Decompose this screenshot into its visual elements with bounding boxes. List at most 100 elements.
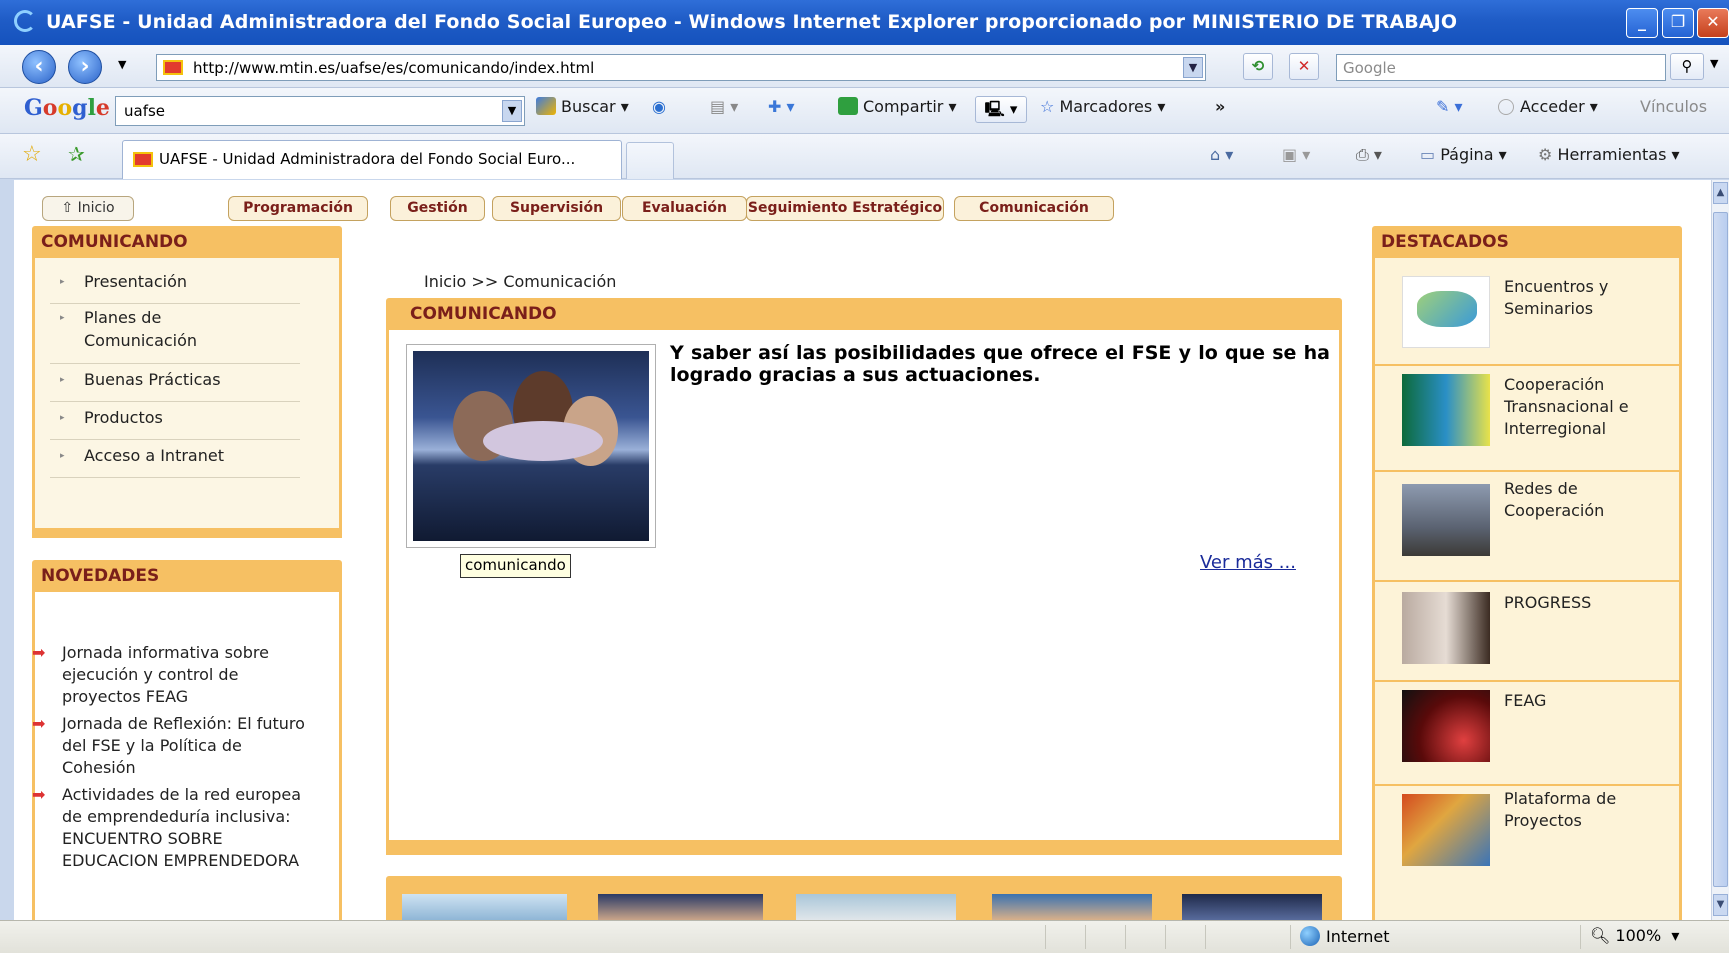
menu-comunicacion[interactable]: Comunicación — [954, 196, 1114, 221]
compartir-button[interactable]: Compartir ▾ — [838, 97, 957, 116]
pagina-menu[interactable]: ▭ Página ▾ — [1420, 145, 1507, 164]
strip-image-3[interactable] — [796, 894, 956, 920]
destacado-redes[interactable]: Redes de Cooperación — [1504, 478, 1674, 522]
comunicando-footer — [32, 528, 342, 538]
destacado-encuentros[interactable]: Encuentros y Seminarios — [1504, 276, 1674, 320]
star-icon: ☆ — [1040, 97, 1055, 116]
web-page: ⇧ Inicio Programación Gestión Supervisió… — [14, 180, 1711, 920]
news-icon[interactable]: ▤ ▾ — [710, 97, 738, 116]
nav-item-planes-de-comunicacion[interactable]: ▸ Planes de Comunicación — [50, 306, 300, 364]
redes-image[interactable] — [1402, 484, 1490, 556]
bullet-icon: ▸ — [60, 451, 65, 461]
plataforma-image[interactable] — [1402, 794, 1490, 866]
print-icon[interactable]: ⎙ ▾ — [1356, 145, 1382, 165]
menu-programacion[interactable]: Programación — [228, 196, 368, 221]
nav-item-productos[interactable]: ▸ Productos — [50, 406, 300, 440]
news-text: Actividades de la red europea de emprend… — [62, 785, 302, 870]
refresh-icon[interactable]: ⟲ — [1243, 53, 1273, 80]
ie-logo-icon — [14, 10, 36, 32]
arrow-right-icon: ➡ — [32, 785, 46, 804]
maximize-button[interactable]: ❐ — [1662, 8, 1694, 38]
comunicando-title: COMUNICANDO — [32, 226, 342, 258]
inicio-button[interactable]: ⇧ Inicio — [42, 196, 134, 221]
marcadores-button[interactable]: ☆ Marcadores ▾ — [1040, 97, 1165, 116]
nav-item-acceso-a-intranet[interactable]: ▸ Acceso a Intranet — [50, 444, 300, 478]
history-dropdown-icon[interactable]: ▼ — [118, 58, 126, 71]
plus-icon[interactable]: ✚ ▾ — [768, 97, 795, 116]
scroll-down-icon[interactable]: ▼ — [1713, 894, 1728, 916]
new-tab-button[interactable] — [626, 142, 674, 179]
scroll-thumb[interactable] — [1713, 212, 1728, 887]
news-item-1[interactable]: ➡ Jornada informativa sobre ejecución y c… — [32, 642, 317, 708]
address-toolbar: ‹ › ▼ http://www.mtin.es/uafse/es/comuni… — [0, 45, 1729, 88]
cooperacion-image[interactable] — [1402, 374, 1490, 446]
acceder-button[interactable]: Acceder ▾ — [1498, 97, 1598, 116]
favorites-star-icon[interactable]: ☆ — [22, 142, 42, 167]
menu-supervision[interactable]: Supervisión — [492, 196, 621, 221]
destacado-progress[interactable]: PROGRESS — [1504, 592, 1674, 614]
earth-icon[interactable]: ◉ — [652, 97, 666, 116]
nav-label: Buenas Prácticas — [84, 370, 221, 389]
zoom-control[interactable]: 🔍︎ 100% ▾ — [1590, 926, 1679, 945]
buscar-button[interactable]: Buscar ▾ — [536, 97, 629, 116]
address-dropdown-icon[interactable]: ▼ — [1183, 57, 1203, 78]
news-text: Jornada informativa sobre ejecución y co… — [62, 643, 269, 706]
lead-text: Y saber así las posibilidades que ofrece… — [670, 342, 1330, 386]
address-url[interactable]: http://www.mtin.es/uafse/es/comunicando/… — [193, 59, 594, 77]
back-button[interactable]: ‹ — [22, 50, 56, 84]
google-search-input[interactable]: uafse ▼ — [115, 96, 525, 126]
pencil-icon[interactable]: ✎ ▾ — [1436, 97, 1463, 116]
news-item-3[interactable]: ➡ Actividades de la red europea de empren… — [32, 784, 317, 872]
center-section-title: COMUNICANDO — [386, 298, 1342, 330]
nav-item-presentacion[interactable]: ▸ Presentación — [50, 270, 300, 304]
search-options-icon[interactable]: ▼ — [1710, 57, 1718, 70]
comunicando-photo[interactable] — [406, 344, 656, 548]
more-tools-button[interactable]: » — [1215, 97, 1225, 116]
feeds-icon[interactable]: ▣ ▾ — [1282, 145, 1310, 164]
home-icon[interactable]: ⌂ ▾ — [1210, 145, 1233, 164]
search-placeholder: Google — [1343, 59, 1396, 77]
nav-label: Productos — [84, 408, 163, 427]
search-input[interactable]: Google — [1336, 54, 1666, 81]
tab-uafse[interactable]: UAFSE - Unidad Administradora del Fondo … — [122, 140, 622, 179]
progress-image[interactable] — [1402, 592, 1490, 664]
minimize-button[interactable]: _ — [1626, 8, 1658, 38]
gear-icon: ⚙ — [1538, 145, 1553, 164]
add-favorites-icon[interactable]: ✰ — [68, 142, 85, 166]
encuentros-image[interactable] — [1402, 276, 1490, 348]
status-divider — [1205, 925, 1206, 949]
destacado-feag[interactable]: FEAG — [1504, 690, 1674, 712]
nav-label: Planes de Comunicación — [84, 308, 198, 350]
strip-image-4[interactable] — [992, 894, 1152, 920]
strip-image-1[interactable] — [402, 894, 567, 920]
search-icon[interactable]: ⚲ — [1670, 53, 1704, 80]
send-icon[interactable]: 🖳 ▾ — [975, 96, 1027, 123]
nav-item-buenas-practicas[interactable]: ▸ Buenas Prácticas — [50, 368, 300, 402]
status-divider — [1085, 925, 1086, 949]
destacado-cooperacion[interactable]: Cooperación Transnacional e Interregiona… — [1504, 374, 1674, 440]
feag-image[interactable] — [1402, 690, 1490, 762]
herramientas-menu[interactable]: ⚙ Herramientas ▾ — [1538, 145, 1680, 164]
google-query[interactable]: uafse — [124, 102, 165, 120]
stop-icon[interactable]: ✕ — [1289, 53, 1319, 80]
ver-mas-link[interactable]: Ver más ... — [1200, 552, 1296, 573]
status-bar: Internet 🔍︎ 100% ▾ — [0, 920, 1729, 953]
security-zone[interactable]: Internet — [1300, 926, 1390, 946]
news-item-2[interactable]: ➡ Jornada de Reflexión: El futuro del FSE… — [32, 713, 317, 779]
strip-image-2[interactable] — [598, 894, 763, 920]
google-query-dropdown-icon[interactable]: ▼ — [502, 100, 522, 122]
menu-seguimiento-estrategico[interactable]: Seguimiento Estratégico — [746, 196, 944, 221]
destacado-plataforma[interactable]: Plataforma de Proyectos — [1504, 788, 1674, 832]
forward-button[interactable]: › — [68, 50, 102, 84]
vertical-scrollbar[interactable]: ▲ ▼ — [1711, 180, 1729, 920]
vinculos-link[interactable]: Vínculos — [1640, 97, 1707, 116]
status-divider — [1125, 925, 1126, 949]
scroll-up-icon[interactable]: ▲ — [1713, 182, 1728, 204]
nav-label: Acceso a Intranet — [84, 446, 224, 465]
menu-evaluacion[interactable]: Evaluación — [622, 196, 747, 221]
menu-gestion[interactable]: Gestión — [390, 196, 485, 221]
comunicando-panel: COMUNICANDO ▸ Presentación ▸ Planes de Com… — [32, 226, 342, 538]
close-button[interactable]: ✕ — [1697, 8, 1729, 38]
address-bar[interactable]: http://www.mtin.es/uafse/es/comunicando/… — [156, 54, 1206, 81]
strip-image-5[interactable] — [1182, 894, 1322, 920]
